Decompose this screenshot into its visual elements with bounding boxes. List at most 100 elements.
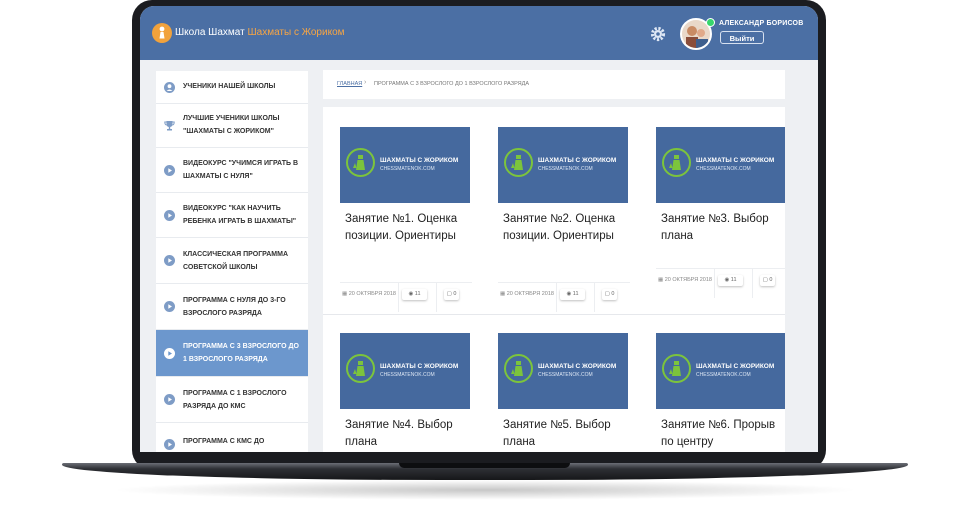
thumbnail-title: ШАХМАТЫ С ЖОРИКОМ	[696, 363, 775, 370]
sidebar-item-label: КЛАССИЧЕСКАЯ ПРОГРАММА СОВЕТСКОЙ ШКОЛЫ	[183, 251, 288, 271]
sidebar-item-label: ПРОГРАММА С 3 ВЗРОСЛОГО ДО 1 ВЗРОСЛОГО Р…	[183, 343, 299, 363]
views-count-text: 11	[414, 291, 421, 297]
sidebar-item-label: ПРОГРАММА С НУЛЯ ДО 3-ГО ВЗРОСЛОГО РАЗРЯ…	[183, 297, 286, 317]
sidebar-item-kms[interactable]: ПРОГРАММА С КМС ДО	[156, 423, 308, 452]
meta-divider	[556, 282, 557, 312]
comments-count[interactable]: ▢ 0	[444, 289, 459, 300]
play-icon	[164, 439, 175, 450]
views-count-text: 11	[730, 277, 737, 283]
sidebar-item-students[interactable]: УЧЕНИКИ НАШЕЙ ШКОЛЫ	[156, 71, 308, 104]
breadcrumb-home-link[interactable]: ГЛАВНАЯ	[337, 81, 362, 87]
user-name[interactable]: АЛЕКСАНДР БОРИСОВ	[719, 20, 803, 27]
chess-logo-icon	[504, 148, 533, 177]
lesson-card[interactable]: ШАХМАТЫ С ЖОРИКОМ CHESSMATENOK.COM Занят…	[656, 333, 785, 452]
thumbnail-url: CHESSMATENOK.COM	[538, 372, 593, 378]
lesson-title[interactable]: Занятие №3. Выбор плана	[661, 211, 785, 245]
lesson-date-text: 20 ОКТЯБРЯ 2018	[348, 291, 396, 297]
sidebar-item-videocourse-basics[interactable]: ВИДЕОКУРС "УЧИМСЯ ИГРАТЬ В ШАХМАТЫ С НУЛ…	[156, 148, 308, 193]
sidebar-item-first-to-kms[interactable]: ПРОГРАММА С 1 ВЗРОСЛОГО РАЗРЯДА ДО КМС	[156, 377, 308, 423]
comments-count[interactable]: ▢ 0	[760, 275, 775, 286]
comments-count-text: 0	[453, 291, 457, 297]
row-divider	[323, 314, 785, 315]
chess-logo-icon	[662, 148, 691, 177]
breadcrumb-separator: ›	[364, 79, 367, 86]
logout-button[interactable]: Выйти	[720, 31, 764, 44]
lesson-card[interactable]: ШАХМАТЫ С ЖОРИКОМ CHESSMATENOK.COM Занят…	[340, 127, 472, 312]
gear-icon[interactable]	[650, 26, 666, 42]
chess-logo-icon	[346, 354, 375, 383]
views-count: ◉ 11	[718, 275, 743, 286]
thumbnail-url: CHESSMATENOK.COM	[696, 372, 751, 378]
lesson-date: ▦ 20 ОКТЯБРЯ 2018	[658, 277, 712, 283]
sidebar-item-label: УЧЕНИКИ НАШЕЙ ШКОЛЫ	[183, 83, 276, 90]
sidebar-item-label: ПРОГРАММА С КМС ДО	[183, 438, 265, 445]
meta-divider	[656, 268, 785, 269]
comments-count[interactable]: ▢ 0	[602, 289, 617, 300]
lesson-title[interactable]: Занятие №1. Оценка позиции. Ориентиры	[345, 211, 470, 245]
sidebar-item-zero-to-third[interactable]: ПРОГРАММА С НУЛЯ ДО 3-ГО ВЗРОСЛОГО РАЗРЯ…	[156, 284, 308, 330]
chess-logo-icon	[504, 354, 533, 383]
user-icon	[164, 82, 175, 93]
meta-divider	[752, 268, 753, 298]
play-icon	[164, 165, 175, 176]
lessons-grid: ШАХМАТЫ С ЖОРИКОМ CHESSMATENOK.COM Занят…	[323, 107, 785, 452]
play-icon	[164, 348, 175, 359]
brand-title[interactable]: Школа Шахмат Шахматы с Жориком	[175, 27, 345, 38]
lesson-thumbnail[interactable]: ШАХМАТЫ С ЖОРИКОМ CHESSMATENOK.COM	[340, 333, 470, 409]
lesson-date-text: 20 ОКТЯБРЯ 2018	[506, 291, 554, 297]
lesson-date: ▦ 20 ОКТЯБРЯ 2018	[342, 291, 396, 297]
lesson-title[interactable]: Занятие №2. Оценка позиции. Ориентиры	[503, 211, 628, 245]
comments-count-text: 0	[769, 277, 773, 283]
thumbnail-title: ШАХМАТЫ С ЖОРИКОМ	[380, 363, 459, 370]
lesson-card[interactable]: ШАХМАТЫ С ЖОРИКОМ CHESSMATENOK.COM Занят…	[340, 333, 472, 452]
lesson-thumbnail[interactable]: ШАХМАТЫ С ЖОРИКОМ CHESSMATENOK.COM	[340, 127, 470, 203]
views-count: ◉ 11	[560, 289, 585, 300]
breadcrumb-current: ПРОГРАММА С 3 ВЗРОСЛОГО ДО 1 ВЗРОСЛОГО Р…	[374, 81, 530, 87]
thumbnail-url: CHESSMATENOK.COM	[696, 166, 751, 172]
sidebar-item-videocourse-kids[interactable]: ВИДЕОКУРС "КАК НАУЧИТЬ РЕБЕНКА ИГРАТЬ В …	[156, 193, 308, 238]
lesson-thumbnail[interactable]: ШАХМАТЫ С ЖОРИКОМ CHESSMATENOK.COM	[498, 333, 628, 409]
meta-divider	[398, 282, 399, 312]
sidebar-item-label: ВИДЕОКУРС "УЧИМСЯ ИГРАТЬ В ШАХМАТЫ С НУЛ…	[183, 160, 299, 180]
meta-divider	[436, 282, 437, 312]
lesson-thumbnail[interactable]: ШАХМАТЫ С ЖОРИКОМ CHESSMATENOK.COM	[498, 127, 628, 203]
brand-prefix: Школа Шахмат	[175, 27, 245, 38]
sidebar-item-third-to-first[interactable]: ПРОГРАММА С 3 ВЗРОСЛОГО ДО 1 ВЗРОСЛОГО Р…	[156, 330, 308, 377]
thumbnail-url: CHESSMATENOK.COM	[538, 166, 593, 172]
calendar-icon: ▦	[658, 277, 665, 283]
logo-icon[interactable]	[152, 23, 172, 43]
lesson-thumbnail[interactable]: ШАХМАТЫ С ЖОРИКОМ CHESSMATENOK.COM	[656, 333, 785, 409]
app-header: Школа Шахмат Шахматы с Жориком АЛЕКСАНДР…	[140, 6, 818, 60]
lesson-title[interactable]: Занятие №6. Прорыв по центру	[661, 417, 785, 451]
lesson-title[interactable]: Занятие №4. Выбор плана	[345, 417, 470, 451]
online-status-indicator	[706, 18, 715, 27]
lesson-card[interactable]: ШАХМАТЫ С ЖОРИКОМ CHESSMATENOK.COM Занят…	[656, 127, 785, 307]
lesson-card[interactable]: ШАХМАТЫ С ЖОРИКОМ CHESSMATENOK.COM Занят…	[498, 127, 630, 312]
thumbnail-title: ШАХМАТЫ С ЖОРИКОМ	[696, 157, 775, 164]
laptop-shadow	[110, 480, 860, 500]
sidebar-menu: УЧЕНИКИ НАШЕЙ ШКОЛЫ ЛУЧШИЕ УЧЕНИКИ ШКОЛЫ…	[156, 71, 308, 452]
lesson-meta: ▦ 20 ОКТЯБРЯ 2018 ◉ 11 ▢ 0	[656, 268, 785, 298]
trophy-icon	[164, 121, 175, 131]
lesson-card[interactable]: ШАХМАТЫ С ЖОРИКОМ CHESSMATENOK.COM Занят…	[498, 333, 630, 452]
lesson-meta: ▦ 20 ОКТЯБРЯ 2018 ◉ 11 ▢ 0	[498, 282, 630, 312]
meta-divider	[340, 282, 472, 283]
sidebar-item-label: ПРОГРАММА С 1 ВЗРОСЛОГО РАЗРЯДА ДО КМС	[183, 390, 287, 410]
sidebar-item-best-students[interactable]: ЛУЧШИЕ УЧЕНИКИ ШКОЛЫ "ШАХМАТЫ С ЖОРИКОМ"	[156, 104, 308, 148]
sidebar-item-soviet-program[interactable]: КЛАССИЧЕСКАЯ ПРОГРАММА СОВЕТСКОЙ ШКОЛЫ	[156, 238, 308, 284]
meta-divider	[594, 282, 595, 312]
sidebar-item-label: ЛУЧШИЕ УЧЕНИКИ ШКОЛЫ "ШАХМАТЫ С ЖОРИКОМ"	[183, 115, 280, 135]
comments-count-text: 0	[611, 291, 615, 297]
thumbnail-title: ШАХМАТЫ С ЖОРИКОМ	[538, 363, 617, 370]
chess-logo-icon	[346, 148, 375, 177]
app-screen: Школа Шахмат Шахматы с Жориком АЛЕКСАНДР…	[140, 6, 818, 452]
play-icon	[164, 394, 175, 405]
thumbnail-url: CHESSMATENOK.COM	[380, 372, 435, 378]
calendar-icon: ▦	[500, 291, 507, 297]
meta-divider	[714, 268, 715, 298]
calendar-icon: ▦	[342, 291, 349, 297]
meta-divider	[498, 282, 630, 283]
lesson-title[interactable]: Занятие №5. Выбор плана	[503, 417, 628, 451]
lesson-thumbnail[interactable]: ШАХМАТЫ С ЖОРИКОМ CHESSMATENOK.COM	[656, 127, 785, 203]
laptop-notch	[399, 463, 570, 468]
